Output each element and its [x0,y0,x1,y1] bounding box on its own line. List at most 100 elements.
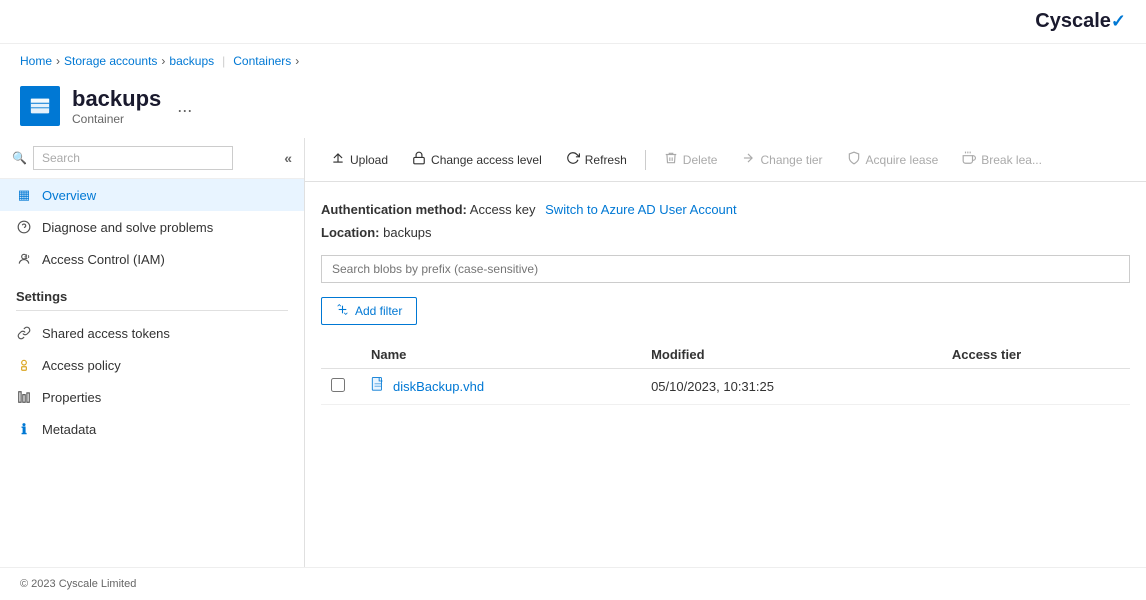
sidebar-item-overview[interactable]: ▦ Overview [0,179,304,211]
break-lease-button[interactable]: Break lea... [952,146,1052,173]
search-input[interactable] [33,146,233,170]
breadcrumb-sep2: › [161,54,165,68]
blob-table: Name Modified Access tier [321,341,1130,405]
delete-icon [664,151,678,168]
sidebar-search-bar: 🔍 « [0,138,304,179]
breadcrumb-pipe: | [222,54,225,68]
sidebar-item-label-shared-access: Shared access tokens [42,326,170,341]
break-lease-label: Break lea... [981,153,1042,167]
col-name: Name [361,341,641,369]
content-area: Upload Change access level Refresh Delet [305,138,1146,567]
resource-icon [20,86,60,126]
sidebar-item-shared-access-tokens[interactable]: Shared access tokens [0,317,304,349]
access-policy-icon [16,357,32,373]
add-filter-icon [336,303,349,319]
change-access-level-button[interactable]: Change access level [402,146,552,173]
content-body: Authentication method: Access key Switch… [305,182,1146,567]
resource-type: Container [72,112,161,126]
upload-label: Upload [350,153,388,167]
table-row: diskBackup.vhd 05/10/2023, 10:31:25 [321,368,1130,404]
toolbar-divider-1 [645,150,646,170]
upload-button[interactable]: Upload [321,146,398,173]
acquire-lease-button[interactable]: Acquire lease [837,146,949,173]
delete-label: Delete [683,153,718,167]
sidebar-item-properties[interactable]: Properties [0,381,304,413]
col-access-tier: Access tier [942,341,1130,369]
row-modified-cell: 05/10/2023, 10:31:25 [641,368,942,404]
acquire-lease-icon [847,151,861,168]
sidebar-item-label-metadata: Metadata [42,422,96,437]
col-modified: Modified [641,341,942,369]
footer: © 2023 Cyscale Limited [0,567,1146,600]
metadata-icon: ℹ [16,421,32,437]
row-name-cell: diskBackup.vhd [361,368,641,404]
breadcrumb-home[interactable]: Home [20,54,52,68]
sidebar-item-iam[interactable]: Access Control (IAM) [0,243,304,275]
row-access-tier-cell [942,368,1130,404]
settings-divider [16,310,288,311]
sidebar-item-label-diagnose: Diagnose and solve problems [42,220,213,235]
auth-switch-link[interactable]: Switch to Azure AD User Account [545,202,736,217]
acquire-lease-label: Acquire lease [866,153,939,167]
properties-icon [16,389,32,405]
breadcrumb-sep1: › [56,54,60,68]
sidebar-item-label-access-policy: Access policy [42,358,121,373]
sidebar-item-label-properties: Properties [42,390,101,405]
resource-more-button[interactable]: ... [177,96,192,117]
upload-icon [331,151,345,168]
change-tier-label: Change tier [760,153,822,167]
breadcrumb-storage-accounts[interactable]: Storage accounts [64,54,157,68]
breadcrumb-sep3: › [295,54,299,68]
auth-info: Authentication method: Access key Switch… [321,198,1130,245]
iam-icon [16,251,32,267]
change-tier-icon [741,151,755,168]
file-icon [371,377,385,396]
change-tier-button[interactable]: Change tier [731,146,832,173]
resource-name: backups [72,86,161,112]
search-blobs-input[interactable] [321,255,1130,283]
refresh-icon [566,151,580,168]
header: Cyscale✓ [0,0,1146,44]
auth-method-label: Authentication method: [321,202,467,217]
blob-name-text[interactable]: diskBackup.vhd [393,379,484,394]
logo: Cyscale✓ [1035,10,1126,33]
diagnose-icon [16,219,32,235]
delete-button[interactable]: Delete [654,146,728,173]
location-label: Location: [321,225,380,240]
settings-header: Settings [0,279,304,308]
main-layout: 🔍 « ▦ Overview Diagnose and solve proble… [0,138,1146,567]
row-checkbox[interactable] [331,378,345,392]
sidebar-item-diagnose[interactable]: Diagnose and solve problems [0,211,304,243]
add-filter-button[interactable]: Add filter [321,297,417,325]
blob-name-container: diskBackup.vhd [371,377,631,396]
sidebar-item-metadata[interactable]: ℹ Metadata [0,413,304,445]
settings-nav: Shared access tokens Access policy Prope… [0,317,304,445]
sidebar-nav: ▦ Overview Diagnose and solve problems A… [0,179,304,275]
breadcrumb: Home › Storage accounts › backups | Cont… [0,44,1146,78]
sidebar-item-access-policy[interactable]: Access policy [0,349,304,381]
refresh-label: Refresh [585,153,627,167]
break-lease-icon [962,151,976,168]
collapse-button[interactable]: « [284,150,292,166]
row-checkbox-cell [321,368,361,404]
breadcrumb-backups[interactable]: backups [169,54,214,68]
change-access-level-label: Change access level [431,153,542,167]
toolbar: Upload Change access level Refresh Delet [305,138,1146,182]
resource-title-area: backups Container ... [0,78,1146,138]
logo-text: Cyscale [1035,10,1111,33]
sidebar-item-label-overview: Overview [42,188,96,203]
add-filter-label: Add filter [355,304,402,318]
overview-icon: ▦ [16,187,32,203]
resource-name-group: backups Container [72,86,161,126]
sidebar: 🔍 « ▦ Overview Diagnose and solve proble… [0,138,305,567]
footer-text: © 2023 Cyscale Limited [20,578,136,590]
auth-method-row: Authentication method: Access key Switch… [321,198,1130,221]
sidebar-item-label-iam: Access Control (IAM) [42,252,165,267]
lock-icon [412,151,426,168]
refresh-button[interactable]: Refresh [556,146,637,173]
search-icon: 🔍 [12,151,27,165]
col-checkbox [321,341,361,369]
breadcrumb-containers[interactable]: Containers [233,54,291,68]
location-row: Location: backups [321,221,1130,244]
logo-checkmark: ✓ [1111,11,1126,32]
